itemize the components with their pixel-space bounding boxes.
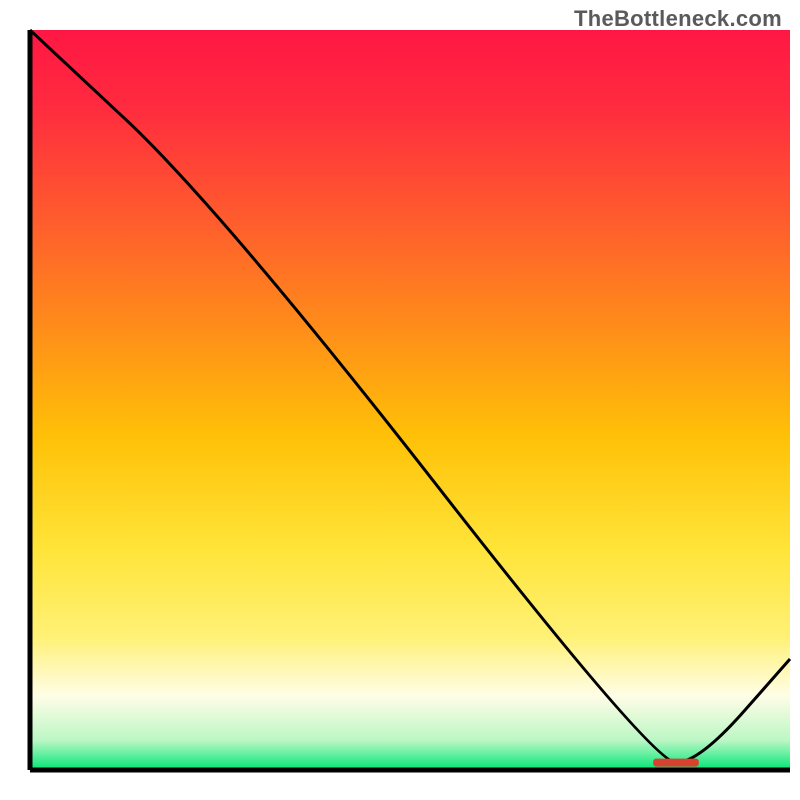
plot-background xyxy=(30,30,790,770)
watermark-text: TheBottleneck.com xyxy=(574,6,782,32)
chart-container: TheBottleneck.com xyxy=(0,0,800,800)
bottleneck-chart xyxy=(0,0,800,800)
minimum-marker xyxy=(653,759,699,767)
